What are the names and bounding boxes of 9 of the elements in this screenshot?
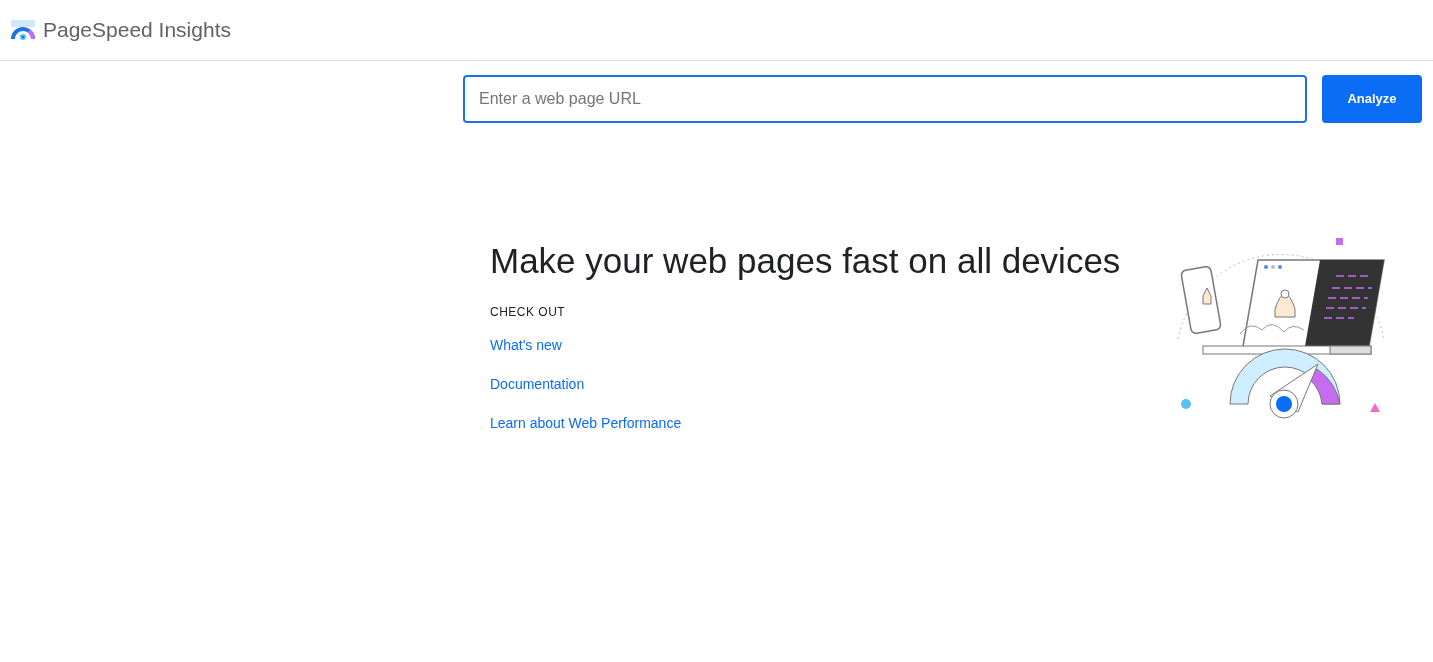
url-input-field[interactable]: Enter a web page URL bbox=[463, 75, 1307, 123]
resource-link[interactable]: Learn about Web Performance bbox=[490, 413, 682, 434]
resource-link[interactable]: Documentation bbox=[490, 374, 585, 395]
resource-link[interactable]: What's new bbox=[490, 335, 562, 356]
app-title: PageSpeed Insights bbox=[43, 17, 231, 44]
speed-gauge-logo-icon bbox=[10, 19, 36, 41]
section-label: CHECK OUT bbox=[490, 304, 567, 321]
hero-heading: Make your web pages fast on all devices bbox=[490, 240, 1122, 282]
analyze-button[interactable]: Analyze bbox=[1322, 75, 1422, 123]
